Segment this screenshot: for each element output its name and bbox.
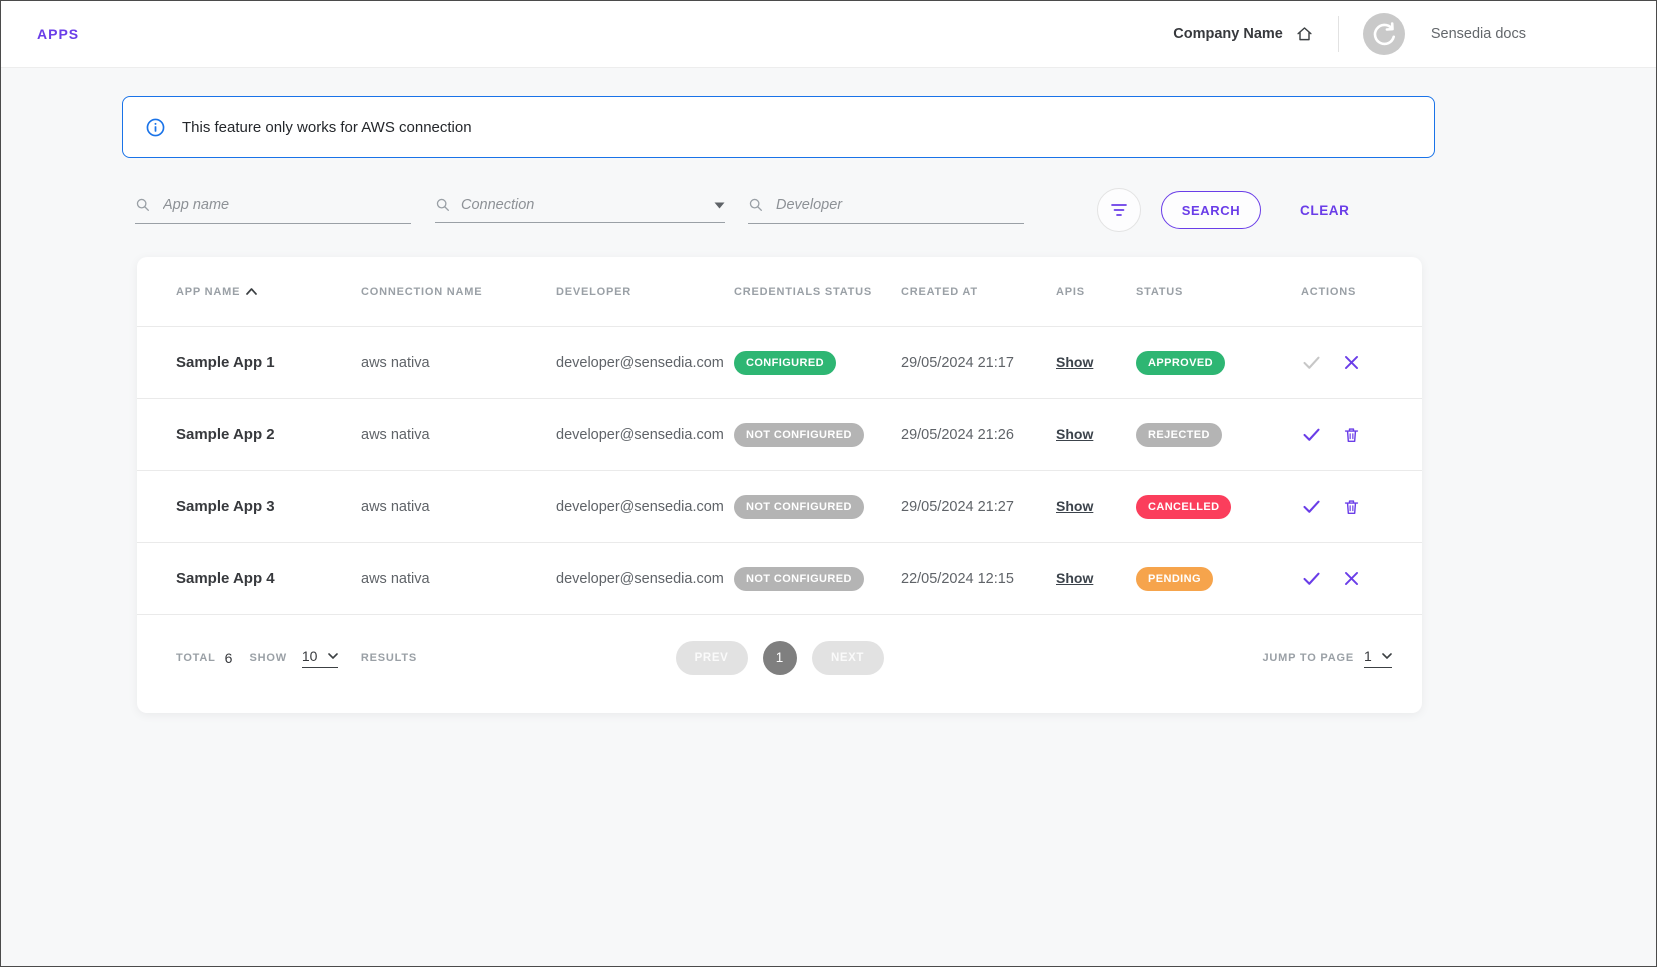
approve-check-icon[interactable]	[1301, 424, 1322, 445]
clear-button[interactable]: CLEAR	[1294, 202, 1356, 219]
credentials-status-badge: CONFIGURED	[734, 351, 836, 375]
cell-connection: aws nativa	[361, 355, 556, 371]
chevron-down-icon	[328, 653, 338, 659]
info-banner: This feature only works for AWS connecti…	[122, 96, 1435, 158]
show-label: SHOW	[249, 652, 286, 664]
show-apis-link[interactable]: Show	[1056, 498, 1093, 514]
cell-developer: developer@sensedia.com	[556, 427, 734, 443]
cell-actions	[1301, 496, 1392, 517]
results-summary: TOTAL 6 SHOW 10 RESULTS	[176, 648, 417, 668]
cell-connection: aws nativa	[361, 499, 556, 515]
sensedia-logo-icon	[1363, 13, 1405, 55]
topbar: APPS Company Name Sensedia docs	[1, 1, 1656, 68]
cell-app-name: Sample App 1	[176, 354, 361, 371]
results-label: RESULTS	[361, 652, 417, 664]
search-button[interactable]: SEARCH	[1161, 191, 1261, 229]
cell-created-at: 29/05/2024 21:26	[901, 427, 1056, 443]
total-label: TOTAL	[176, 652, 216, 664]
table-footer: TOTAL 6 SHOW 10 RESULTS PREV 1 NEXT JUMP…	[137, 615, 1422, 700]
prev-page-button[interactable]: PREV	[676, 641, 748, 675]
cell-created-at: 29/05/2024 21:17	[901, 355, 1056, 371]
app-name-input[interactable]	[161, 196, 411, 214]
jump-to-page: JUMP TO PAGE 1	[1262, 648, 1392, 668]
topbar-right: Company Name Sensedia docs	[1173, 13, 1526, 55]
cell-developer: developer@sensedia.com	[556, 499, 734, 515]
cell-developer: developer@sensedia.com	[556, 355, 734, 371]
credentials-status-badge: NOT CONFIGURED	[734, 495, 864, 519]
advanced-filter-button[interactable]	[1097, 188, 1141, 232]
apps-page: APPS Company Name Sensedia docs	[0, 0, 1657, 967]
company-name: Company Name	[1173, 26, 1283, 42]
jump-label: JUMP TO PAGE	[1262, 652, 1354, 664]
cell-app-name: Sample App 3	[176, 498, 361, 515]
cell-created-at: 29/05/2024 21:27	[901, 499, 1056, 515]
table-header-row: APP NAME CONNECTION NAME DEVELOPER CREDE…	[137, 257, 1422, 327]
cell-app-name: Sample App 4	[176, 570, 361, 587]
apps-table-card: APP NAME CONNECTION NAME DEVELOPER CREDE…	[137, 257, 1422, 713]
column-header-status: STATUS	[1136, 286, 1301, 298]
status-badge: PENDING	[1136, 567, 1213, 591]
show-apis-link[interactable]: Show	[1056, 426, 1093, 442]
sensedia-docs-link[interactable]: Sensedia docs	[1431, 26, 1526, 42]
developer-input[interactable]	[774, 196, 1024, 214]
developer-filter[interactable]	[748, 196, 1024, 224]
app-name-filter[interactable]	[135, 196, 411, 224]
approve-check-icon[interactable]	[1301, 496, 1322, 517]
search-icon	[435, 197, 451, 213]
delete-trash-icon[interactable]	[1342, 497, 1361, 517]
total-value: 6	[225, 650, 233, 666]
cell-actions	[1301, 424, 1392, 445]
cell-actions	[1301, 352, 1392, 373]
show-apis-link[interactable]: Show	[1056, 570, 1093, 586]
current-page-button[interactable]: 1	[763, 641, 797, 675]
credentials-status-badge: NOT CONFIGURED	[734, 423, 864, 447]
column-header-app-name[interactable]: APP NAME	[176, 286, 361, 298]
column-header-connection-name: CONNECTION NAME	[361, 286, 556, 298]
cell-app-name: Sample App 2	[176, 426, 361, 443]
table-row: Sample App 3 aws nativa developer@sensed…	[137, 471, 1422, 543]
chevron-down-icon	[1382, 653, 1392, 659]
table-row: Sample App 4 aws nativa developer@sensed…	[137, 543, 1422, 615]
column-header-actions: ACTIONS	[1301, 286, 1392, 298]
connection-select-value: Connection	[461, 197, 704, 213]
credentials-status-badge: NOT CONFIGURED	[734, 567, 864, 591]
show-apis-link[interactable]: Show	[1056, 354, 1093, 370]
cell-connection: aws nativa	[361, 427, 556, 443]
column-header-created-at: CREATED AT	[901, 286, 1056, 298]
cell-created-at: 22/05/2024 12:15	[901, 571, 1056, 587]
filters-bar: Connection SEARCH CLEAR	[135, 187, 1425, 233]
cell-connection: aws nativa	[361, 571, 556, 587]
cell-developer: developer@sensedia.com	[556, 571, 734, 587]
connection-filter[interactable]: Connection	[435, 197, 725, 223]
topbar-divider	[1338, 16, 1339, 52]
next-page-button[interactable]: NEXT	[812, 641, 884, 675]
page-size-select[interactable]: 10	[302, 648, 338, 668]
home-icon[interactable]	[1295, 25, 1314, 43]
column-header-apis: APIS	[1056, 286, 1136, 298]
approve-check-icon[interactable]	[1301, 568, 1322, 589]
table-row: Sample App 2 aws nativa developer@sensed…	[137, 399, 1422, 471]
column-header-credentials-status: CREDENTIALS STATUS	[734, 286, 901, 298]
pager: PREV 1 NEXT	[676, 641, 884, 675]
reject-close-icon[interactable]	[1342, 569, 1361, 588]
search-icon	[135, 197, 151, 213]
reject-close-icon[interactable]	[1342, 353, 1361, 372]
page-title: APPS	[37, 26, 79, 42]
delete-trash-icon[interactable]	[1342, 425, 1361, 445]
status-badge: APPROVED	[1136, 351, 1225, 375]
chevron-down-icon	[714, 202, 725, 209]
jump-page-select[interactable]: 1	[1364, 648, 1392, 668]
status-badge: CANCELLED	[1136, 495, 1231, 519]
sort-asc-icon	[246, 288, 257, 295]
banner-text: This feature only works for AWS connecti…	[182, 119, 472, 136]
filter-lines-icon	[1110, 203, 1128, 217]
cell-actions	[1301, 568, 1392, 589]
info-icon	[145, 117, 166, 138]
column-header-developer: DEVELOPER	[556, 286, 734, 298]
approve-check-icon	[1301, 352, 1322, 373]
table-row: Sample App 1 aws nativa developer@sensed…	[137, 327, 1422, 399]
search-icon	[748, 197, 764, 213]
status-badge: REJECTED	[1136, 423, 1222, 447]
